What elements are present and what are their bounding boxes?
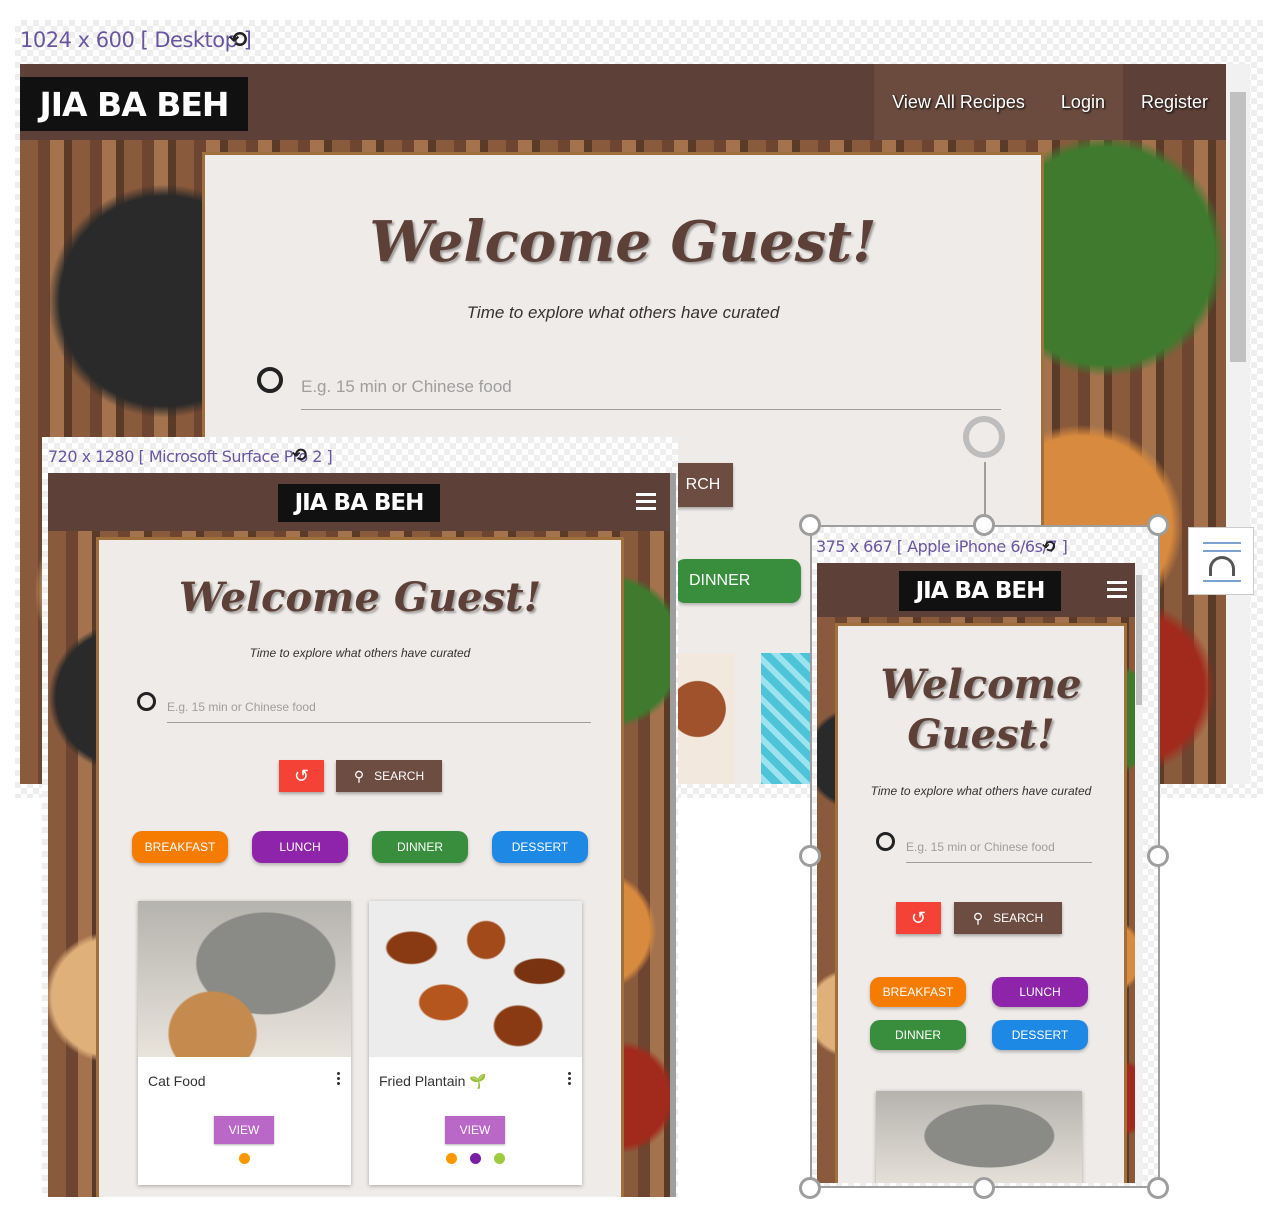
tablet-frame-label: 720 x 1280 [ Microsoft Surface Pro 2 ]: [48, 447, 333, 466]
search-button-label: SEARCH: [374, 769, 425, 783]
search-button[interactable]: ⚲ SEARCH: [954, 902, 1062, 934]
tablet-frame: 720 x 1280 [ Microsoft Surface Pro 2 ] ⟲…: [42, 437, 678, 1197]
welcome-card: Welcome Guest! Time to explore what othe…: [96, 537, 624, 1197]
resize-handle[interactable]: [973, 514, 995, 536]
tablet-rotate-icon[interactable]: ⟲: [292, 445, 307, 466]
nav-links: View All Recipes Login Register: [874, 64, 1226, 140]
desktop-rotate-icon[interactable]: ⟲: [229, 28, 247, 53]
reset-button[interactable]: ↺: [896, 902, 941, 934]
layout-options-icon[interactable]: [1188, 527, 1254, 595]
tag-dot: [494, 1153, 505, 1164]
view-button[interactable]: VIEW: [214, 1116, 274, 1144]
category-dessert[interactable]: DESSERT: [992, 1020, 1088, 1050]
scrollbar-thumb[interactable]: [1136, 575, 1142, 705]
resize-handle[interactable]: [973, 1177, 995, 1199]
desktop-frame-label: 1024 x 600 [ Desktop ]: [20, 28, 252, 52]
recipe-image: [761, 653, 811, 784]
category-lunch[interactable]: LUNCH: [252, 831, 348, 863]
leaf-icon: 🌱: [469, 1073, 487, 1089]
tablet-viewport: JIA BA BEH Welcome Guest! Time to explor…: [48, 473, 670, 1197]
category-dinner[interactable]: DINNER: [870, 1020, 966, 1050]
resize-handle[interactable]: [1147, 1177, 1169, 1199]
welcome-title: Welcome Guest!: [880, 661, 1082, 758]
desktop-scrollbar[interactable]: [1226, 64, 1250, 784]
scrollbar-thumb[interactable]: [1230, 92, 1246, 362]
phone-frame: 375 x 667 [ Apple iPhone 6/6s/7 ] ⟲ JIA …: [810, 525, 1160, 1188]
search-icon: ⚲: [972, 909, 984, 926]
category-breakfast[interactable]: BREAKFAST: [132, 831, 228, 863]
recipe-image[interactable]: [138, 901, 351, 1057]
category-lunch[interactable]: LUNCH: [992, 977, 1088, 1007]
logo[interactable]: JIA BA BEH: [278, 484, 440, 522]
more-options-icon[interactable]: [337, 1072, 341, 1087]
search-button[interactable]: ⚲ SEARCH: [336, 760, 442, 792]
nav-view-all-recipes[interactable]: View All Recipes: [874, 64, 1043, 140]
category-breakfast[interactable]: BREAKFAST: [870, 977, 966, 1007]
search-input[interactable]: E.g. 15 min or Chinese food: [167, 700, 591, 723]
logo[interactable]: JIA BA BEH: [899, 571, 1061, 611]
nav-register[interactable]: Register: [1123, 64, 1226, 140]
resize-handle[interactable]: [1147, 514, 1169, 536]
search-button-label: SEARCH: [993, 911, 1044, 925]
resize-handle[interactable]: [799, 514, 821, 536]
search-icon: [137, 692, 156, 711]
phone-rotate-icon[interactable]: ⟲: [1042, 537, 1055, 556]
search-icon: ⚲: [353, 767, 365, 784]
tag-dot: [470, 1153, 481, 1164]
recipe-name: Fried Plantain 🌱: [379, 1073, 487, 1089]
category-dinner[interactable]: DINNER: [372, 831, 468, 863]
view-button[interactable]: VIEW: [445, 1116, 505, 1144]
resize-handle[interactable]: [799, 845, 821, 867]
search-button[interactable]: RCH: [673, 463, 733, 507]
welcome-title: Welcome Guest!: [178, 574, 542, 621]
reset-button[interactable]: ↺: [279, 760, 324, 792]
recipe-image: [673, 653, 735, 784]
welcome-card: Welcome Guest! Time to explore what other…: [835, 623, 1127, 1183]
welcome-subtitle: Time to explore what others have curated: [870, 784, 1092, 798]
tablet-navbar: JIA BA BEH: [48, 473, 670, 531]
recipe-card: Fried Plantain 🌱 VIEW: [369, 901, 582, 1185]
logo[interactable]: JIA BA BEH: [20, 77, 248, 131]
search-icon: [257, 367, 283, 393]
category-dinner[interactable]: DINNER: [675, 559, 801, 603]
phone-scrollbar[interactable]: [1135, 563, 1143, 1183]
recipe-name: Cat Food: [148, 1073, 206, 1089]
resize-handle[interactable]: [799, 1177, 821, 1199]
resize-handle[interactable]: [1147, 845, 1169, 867]
welcome-subtitle: Time to explore what others have curated: [249, 646, 471, 660]
phone-viewport: JIA BA BEH Welcome Guest! Time to explore…: [817, 563, 1143, 1183]
phone-frame-label: 375 x 667 [ Apple iPhone 6/6s/7 ]: [816, 537, 1068, 556]
search-input[interactable]: E.g. 15 min or Chinese food: [301, 377, 1001, 410]
tablet-edge: [670, 473, 676, 1197]
rotate-connector: [984, 462, 986, 517]
rotate-handle-icon[interactable]: [963, 416, 1005, 458]
recipe-image[interactable]: [876, 1091, 1082, 1183]
menu-icon[interactable]: [636, 493, 656, 514]
more-options-icon[interactable]: [568, 1072, 572, 1087]
welcome-title: Welcome Guest!: [369, 209, 877, 275]
recipe-image[interactable]: [369, 901, 582, 1057]
nav-login[interactable]: Login: [1042, 64, 1123, 140]
phone-navbar: JIA BA BEH: [817, 563, 1143, 617]
desktop-navbar: JIA BA BEH View All Recipes Login Regist…: [20, 64, 1226, 140]
recipe-card: Cat Food VIEW: [138, 901, 351, 1185]
tag-dot: [239, 1153, 250, 1164]
menu-icon[interactable]: [1107, 581, 1127, 602]
category-dessert[interactable]: DESSERT: [492, 831, 588, 863]
recipe-card: [876, 1091, 1082, 1183]
search-icon: [876, 832, 895, 851]
welcome-subtitle: Time to explore what others have curated: [466, 303, 780, 322]
search-input[interactable]: E.g. 15 min or Chinese food: [906, 840, 1092, 863]
tag-dot: [446, 1153, 457, 1164]
